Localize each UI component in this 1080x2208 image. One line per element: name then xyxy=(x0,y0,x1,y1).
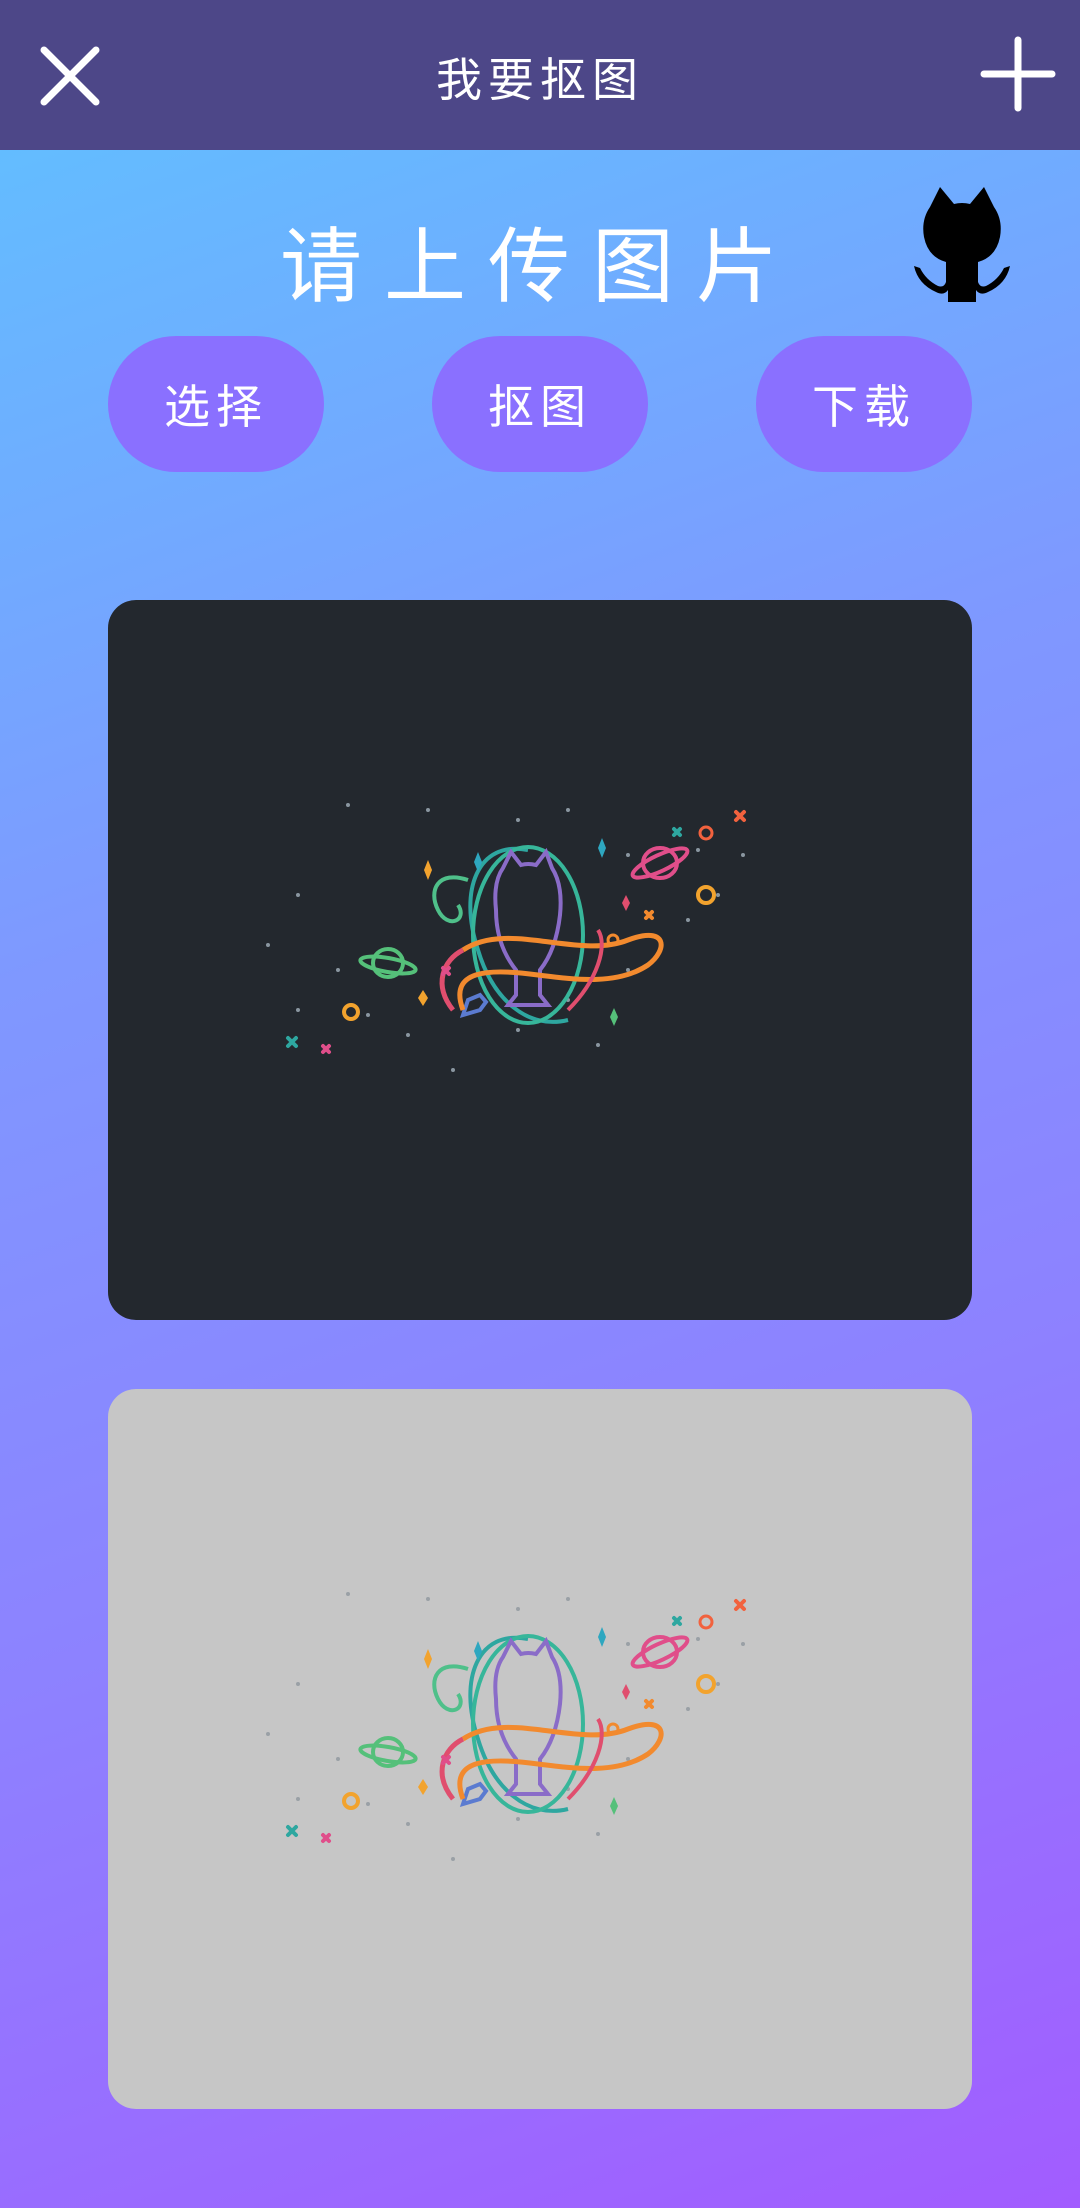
cutout-button[interactable]: 抠图 xyxy=(432,336,648,472)
space-octocat-cutout-illustration xyxy=(266,1592,746,1861)
original-image-panel xyxy=(108,600,972,1320)
download-button[interactable]: 下载 xyxy=(756,336,972,472)
select-button[interactable]: 选择 xyxy=(108,336,324,472)
github-octocat-icon[interactable] xyxy=(900,182,1025,307)
top-app-bar: 我要抠图 xyxy=(0,0,1080,150)
space-octocat-illustration xyxy=(266,803,746,1072)
plus-icon[interactable] xyxy=(978,34,1058,114)
cutout-result-panel xyxy=(108,1389,972,2109)
page-title: 我要抠图 xyxy=(436,53,644,107)
